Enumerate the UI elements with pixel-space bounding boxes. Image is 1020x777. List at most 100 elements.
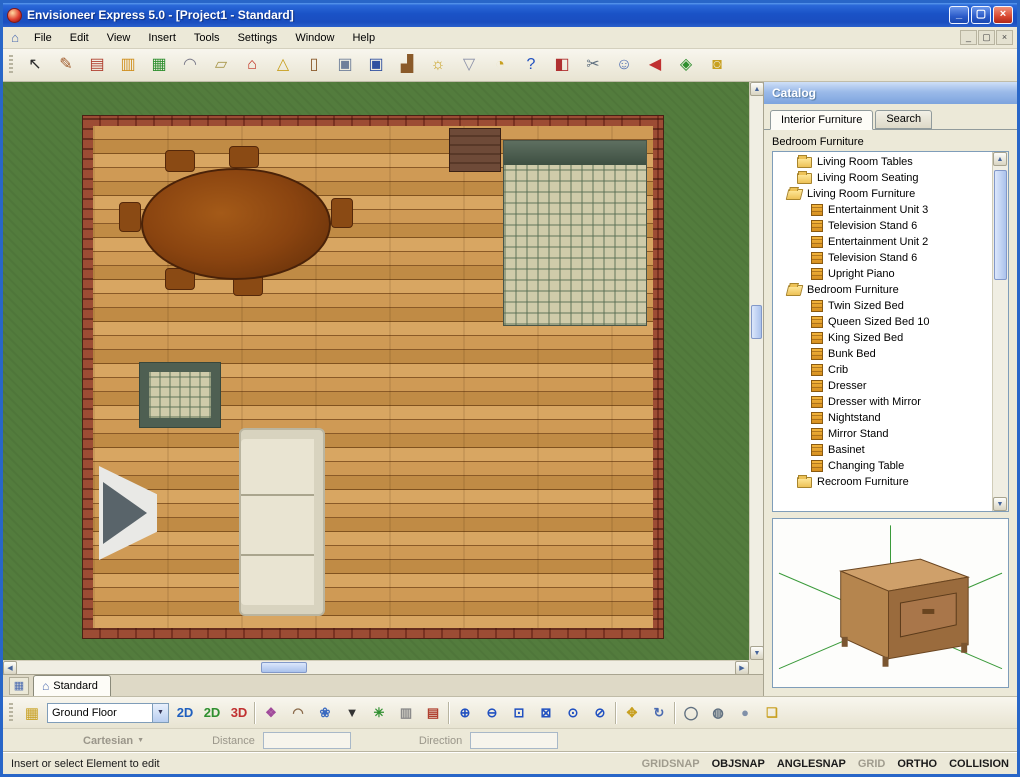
camera-view-icon[interactable]: ▣ [332,52,358,78]
status-toggle[interactable]: OBJSNAP [712,758,765,770]
tree-item[interactable]: Living Room Seating [773,170,992,186]
distance-input[interactable] [262,732,351,749]
floor-plan[interactable] [83,116,663,638]
catalog-tab[interactable]: Interior Furniture [770,110,874,130]
tree-item[interactable]: Television Stand 6 [773,250,992,266]
sofa[interactable] [239,428,325,616]
terrain-tool-icon[interactable]: △ [270,52,296,78]
back-arrow-icon[interactable]: ◀ [642,52,668,78]
zoom-out-icon[interactable]: ⊖ [480,701,504,725]
toolbar-separator[interactable] [674,701,676,724]
floor-selector[interactable]: Ground Floor [47,702,169,723]
view-2d-grid-icon[interactable]: 2D [200,701,224,725]
tab-standard-view[interactable]: ⌂ Standard [33,675,111,696]
item-preview-pane[interactable] [772,518,1009,688]
canvas-horizontal-scrollbar[interactable] [3,660,749,675]
vertical-scroll-thumb[interactable] [751,305,762,339]
clock-tool-icon[interactable]: ◔ [487,52,513,78]
zoom-in-icon[interactable]: ⊕ [453,701,477,725]
status-toggle[interactable]: COLLISION [949,758,1009,770]
dining-chair[interactable] [229,146,259,168]
tree-item[interactable]: Living Room Tables [773,154,992,170]
preview-3d-nightstand[interactable] [773,519,1008,687]
shaded-mode-icon[interactable]: ● [733,701,757,725]
catalog-header[interactable]: Catalog [764,82,1017,104]
monitor-icon[interactable]: ▣ [363,52,389,78]
maximize-button[interactable]: ▢ [971,6,991,24]
tree-item[interactable]: King Sized Bed [773,330,992,346]
status-toggle[interactable]: GRIDSNAP [642,758,700,770]
toolbox-icon[interactable]: ◧ [549,52,575,78]
wall-tool-icon[interactable]: ▤ [84,52,110,78]
components-icon[interactable]: ❖ [259,701,283,725]
queen-bed[interactable] [503,140,647,326]
house-tool-icon[interactable]: ⌂ [239,52,265,78]
wireframe-mode-icon[interactable]: ◯ [679,701,703,725]
status-toggle[interactable]: ORTHO [897,758,937,770]
scroll-right-icon[interactable] [735,661,749,675]
tree-item[interactable]: Twin Sized Bed [773,298,992,314]
roof-tool-icon[interactable]: ◠ [177,52,203,78]
hidden-line-mode-icon[interactable]: ◍ [706,701,730,725]
toolbar-grip[interactable] [9,55,13,75]
filter-funnel-icon[interactable]: ▼ [340,701,364,725]
scroll-up-icon[interactable] [750,82,763,96]
chevron-down-icon[interactable] [152,703,168,722]
help-icon[interactable]: ? [518,52,544,78]
design-canvas[interactable] [3,82,749,660]
menu-item[interactable]: Window [286,29,343,47]
scroll-down-icon[interactable] [750,646,763,660]
arch-tool-icon[interactable]: ◠ [286,701,310,725]
tree-item[interactable]: Television Stand 6 [773,218,992,234]
dining-chair[interactable] [165,150,195,172]
tree-item[interactable]: Mirror Stand [773,426,992,442]
scroll-down-icon[interactable] [993,497,1007,511]
menu-item[interactable]: Edit [61,29,98,47]
window-tool-icon[interactable]: ▦ [146,52,172,78]
sprinkler-tool-icon[interactable]: ✳ [367,701,391,725]
tree-scroll-thumb[interactable] [994,170,1007,280]
coordinate-mode-dropdown[interactable]: Cartesian [83,735,144,747]
zoom-window-icon[interactable]: ⊡ [507,701,531,725]
cabinet-tool-icon[interactable]: ▥ [115,52,141,78]
horizontal-scroll-thumb[interactable] [261,662,308,673]
status-toggle[interactable]: ANGLESNAP [777,758,846,770]
tree-item[interactable]: Entertainment Unit 2 [773,234,992,250]
floor-tool-icon[interactable]: ▱ [208,52,234,78]
dining-chair[interactable] [119,202,141,232]
cutter-tool-icon[interactable]: ✂ [580,52,606,78]
tree-item[interactable]: Crib [773,362,992,378]
view-3d-home-icon[interactable]: ◈ [673,52,699,78]
tree-item[interactable]: Queen Sized Bed 10 [773,314,992,330]
layers-icon[interactable]: ❏ [760,701,784,725]
menu-item[interactable]: Tools [185,29,229,47]
scroll-up-icon[interactable] [993,152,1007,166]
dining-table[interactable] [141,168,331,280]
tree-item[interactable]: Changing Table [773,458,992,474]
lamp-tool-icon[interactable]: ☼ [425,52,451,78]
catalog-tab[interactable]: Search [875,110,933,129]
armchair[interactable] [139,362,221,428]
mdi-minimize-button[interactable]: _ [960,30,977,45]
tree-item[interactable]: Entertainment Unit 3 [773,202,992,218]
pan-hand-icon[interactable]: ✥ [620,701,644,725]
brick-material-icon[interactable]: ▤ [421,701,445,725]
view-3d-icon[interactable]: 3D [227,701,251,725]
zoom-selected-icon[interactable]: ⊙ [561,701,585,725]
orbit-icon[interactable]: ↻ [647,701,671,725]
toolbar-separator[interactable] [615,701,617,724]
door-tool-icon[interactable]: ▯ [301,52,327,78]
masonry-fireplace[interactable] [449,128,501,172]
mdi-close-button[interactable]: × [996,30,1013,45]
tree-item[interactable]: Basinet [773,442,992,458]
scroll-left-icon[interactable] [3,661,17,675]
tree-scrollbar[interactable] [992,152,1008,511]
direction-input[interactable] [470,732,559,749]
vertical-scroll-track[interactable] [750,96,763,646]
fixture-tool-icon[interactable]: ▽ [456,52,482,78]
toolbar-separator[interactable] [254,701,256,724]
plant-tool-icon[interactable]: ❀ [313,701,337,725]
menu-item[interactable]: View [98,29,140,47]
horizontal-scroll-track[interactable] [17,661,735,674]
menu-item[interactable]: File [25,29,61,47]
